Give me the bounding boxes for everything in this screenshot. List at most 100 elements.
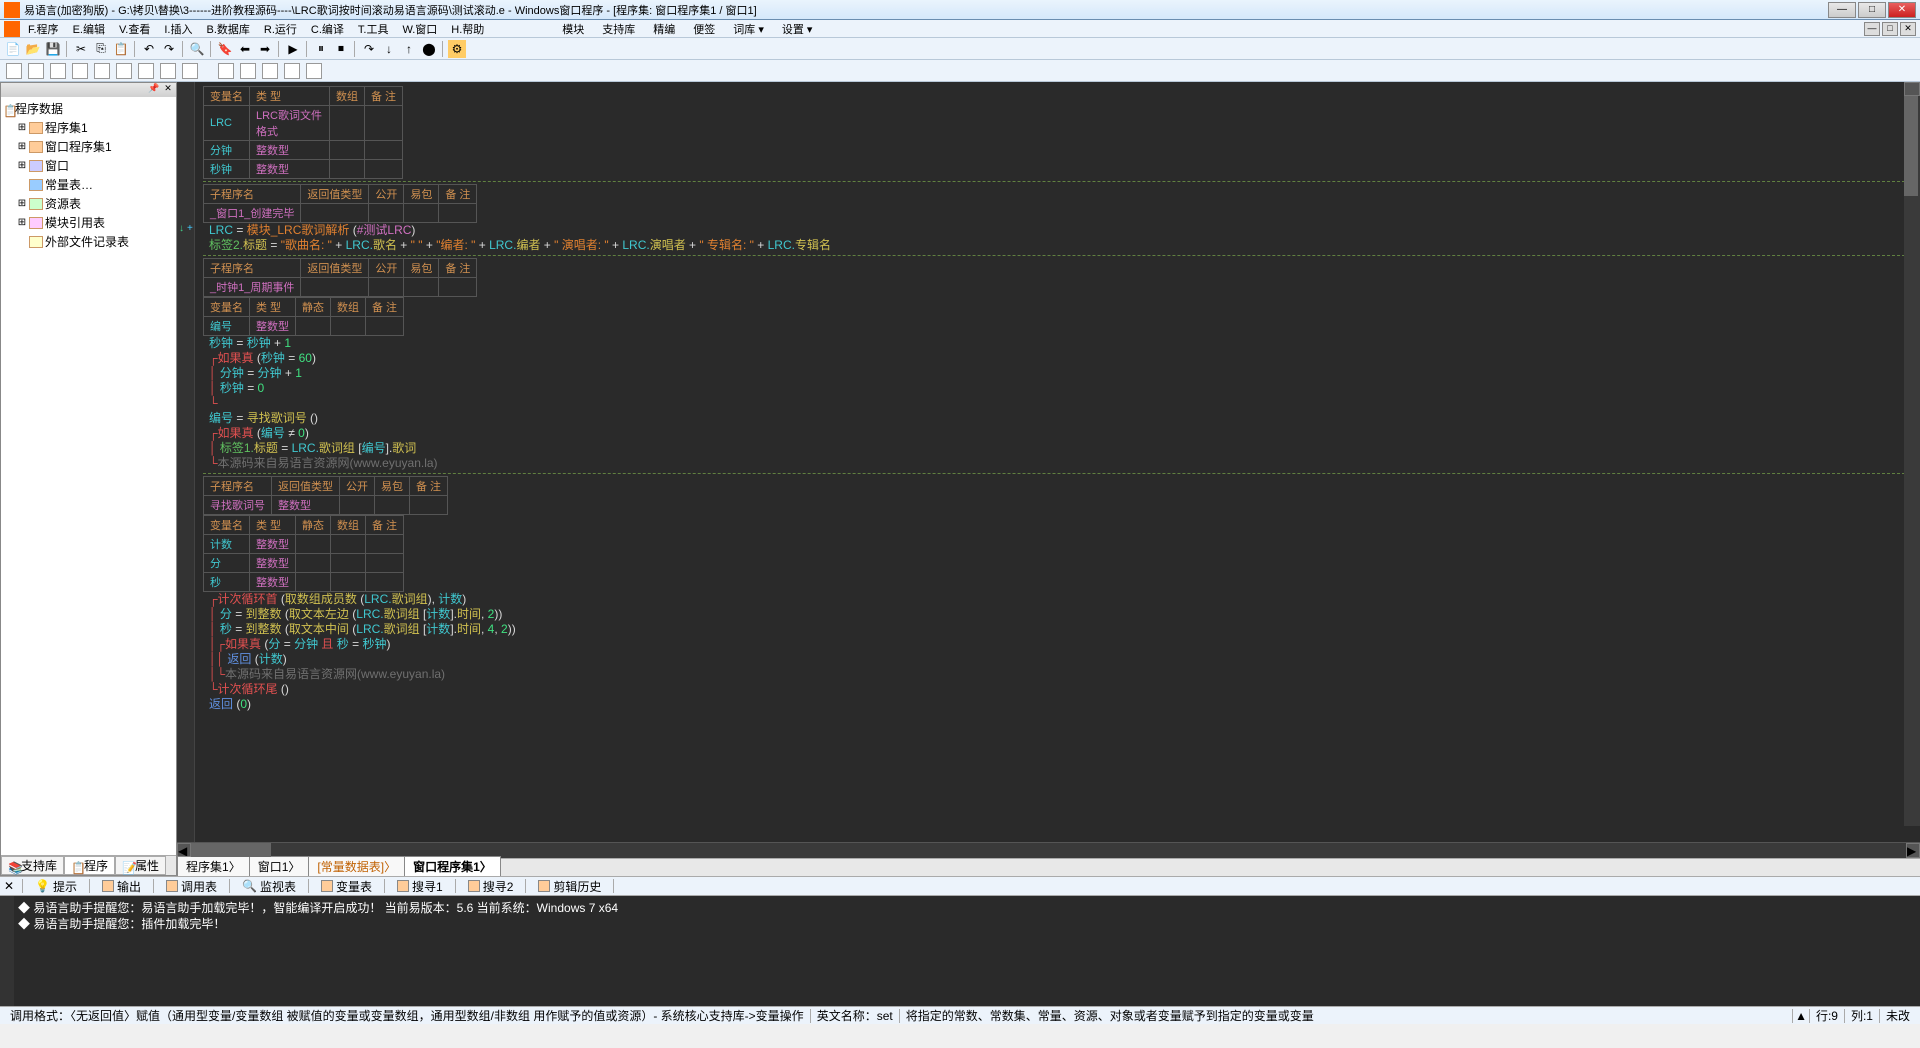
tab-programset1[interactable]: 程序集1〉 (177, 856, 250, 876)
console[interactable]: ◆ 易语言助手提醒您：易语言助手加载完毕！，智能编译开启成功！ 当前易版本：5.… (0, 896, 1920, 1006)
tree-resource[interactable]: 资源表 (45, 195, 81, 212)
sidebar: 📌 ✕ 📋程序数据 ⊞程序集1 ⊞窗口程序集1 ⊞窗口 常量表… ⊞资源表 ⊞模… (0, 82, 177, 876)
status-expand-icon[interactable]: ▲ (1795, 1009, 1807, 1023)
stop-icon[interactable]: ⏹ (332, 40, 350, 58)
status-engname: 英文名称：set (813, 1007, 897, 1024)
tool-icon-3[interactable] (50, 63, 66, 79)
menu-help[interactable]: H.帮助 (445, 21, 490, 37)
tool-icon-10[interactable] (218, 63, 234, 79)
menu-settings[interactable]: 设置 ▾ (774, 21, 821, 37)
mdi-close-button[interactable]: ✕ (1900, 22, 1916, 36)
tab-winprogset1[interactable]: 窗口程序集1〉 (404, 856, 501, 876)
paste-icon[interactable]: 📋 (112, 40, 130, 58)
open-icon[interactable]: 📂 (24, 40, 42, 58)
redo-icon[interactable]: ↷ (160, 40, 178, 58)
btab-output[interactable]: 输出 (98, 878, 145, 895)
menu-refine[interactable]: 精编 (645, 21, 683, 37)
menu-dict[interactable]: 词库 ▾ (725, 21, 772, 37)
menu-support[interactable]: 支持库 (594, 21, 643, 37)
cut-icon[interactable]: ✂ (72, 40, 90, 58)
sidebar-close-icon[interactable]: ✕ (162, 83, 174, 95)
sidetab-props[interactable]: 📝属性 (115, 856, 166, 875)
btab-vartable[interactable]: 变量表 (317, 878, 376, 895)
btab-cliphist[interactable]: 剪辑历史 (534, 878, 605, 895)
find-icon[interactable]: 🔍 (188, 40, 206, 58)
tab-const[interactable]: [常量数据表]〉 (308, 856, 405, 876)
tool-icon-5[interactable] (94, 63, 110, 79)
breakpoint-icon[interactable]: ⬤ (420, 40, 438, 58)
tool-icon-8[interactable] (160, 63, 176, 79)
menu-run[interactable]: R.运行 (258, 21, 303, 37)
tab-window1[interactable]: 窗口1〉 (249, 856, 310, 876)
tool-icon-1[interactable] (6, 63, 22, 79)
menu-database[interactable]: B.数据库 (200, 21, 255, 37)
horizontal-scrollbar[interactable]: ◀▶ (177, 842, 1920, 858)
menu-tools[interactable]: T.工具 (352, 21, 395, 37)
tree-const[interactable]: 常量表… (45, 176, 93, 193)
sidebar-pin-icon[interactable]: 📌 (148, 83, 160, 95)
tool-icon-9[interactable] (182, 63, 198, 79)
compile-icon[interactable]: ⚙ (448, 40, 466, 58)
close-button[interactable]: ✕ (1888, 2, 1916, 18)
menu-module[interactable]: 模块 (554, 21, 592, 37)
new-icon[interactable]: 📄 (4, 40, 22, 58)
bookmark-next-icon[interactable]: ➡ (256, 40, 274, 58)
project-tree[interactable]: 📋程序数据 ⊞程序集1 ⊞窗口程序集1 ⊞窗口 常量表… ⊞资源表 ⊞模块引用表… (1, 97, 176, 855)
maximize-button[interactable]: □ (1858, 2, 1886, 18)
step-over-icon[interactable]: ↷ (360, 40, 378, 58)
var-table-3: 变量名类 型静态数组备 注 计数整数型 分整数型 秒整数型 (203, 515, 404, 592)
btab-calltable[interactable]: 调用表 (162, 878, 221, 895)
menu-notes[interactable]: 便签 (685, 21, 723, 37)
status-desc: 将指定的常数、常数集、常量、资源、对象或者变量赋予到指定的变量或变量 (902, 1007, 1790, 1024)
bookmark-prev-icon[interactable]: ⬅ (236, 40, 254, 58)
undo-icon[interactable]: ↶ (140, 40, 158, 58)
menu-program[interactable]: F.程序 (22, 21, 65, 37)
tool-icon-6[interactable] (116, 63, 132, 79)
mdi-min-button[interactable]: — (1864, 22, 1880, 36)
tree-root[interactable]: 程序数据 (15, 100, 63, 117)
sub-table-2: 子程序名返回值类型公开易包备 注 _时钟1_周期事件 (203, 258, 477, 297)
status-modified: 未改 (1882, 1007, 1914, 1024)
tree-extfile[interactable]: 外部文件记录表 (45, 233, 129, 250)
menu-insert[interactable]: I.插入 (158, 21, 198, 37)
status-row: 行:9 (1812, 1007, 1842, 1024)
menu-compile[interactable]: C.编译 (305, 21, 350, 37)
btab-watch[interactable]: 🔍监视表 (238, 878, 300, 895)
bookmark-icon[interactable]: 🔖 (216, 40, 234, 58)
tool-icon-13[interactable] (284, 63, 300, 79)
step-into-icon[interactable]: ↓ (380, 40, 398, 58)
bottom-close-icon[interactable]: ✕ (4, 879, 14, 893)
sub-table-3: 子程序名返回值类型公开易包备 注 寻找歌词号整数型 (203, 476, 448, 515)
console-line: ◆ 易语言助手提醒您：插件加载完毕！ (18, 916, 1916, 932)
toolbar-secondary (0, 60, 1920, 82)
btab-hint[interactable]: 💡提示 (31, 878, 81, 895)
tool-icon-2[interactable] (28, 63, 44, 79)
sidetab-support[interactable]: 📚支持库 (1, 856, 64, 875)
btab-search1[interactable]: 搜寻1 (393, 878, 447, 895)
app-icon-small (4, 21, 20, 37)
menu-window[interactable]: W.窗口 (396, 21, 443, 37)
tool-icon-14[interactable] (306, 63, 322, 79)
menu-view[interactable]: V.查看 (113, 21, 156, 37)
sidetab-program[interactable]: 📋程序 (64, 856, 115, 875)
tree-programset1[interactable]: 程序集1 (45, 119, 88, 136)
vertical-scrollbar[interactable] (1904, 82, 1920, 826)
menu-edit[interactable]: E.编辑 (67, 21, 111, 37)
tree-winprogset1[interactable]: 窗口程序集1 (45, 138, 112, 155)
step-out-icon[interactable]: ↑ (400, 40, 418, 58)
mdi-max-button[interactable]: □ (1882, 22, 1898, 36)
copy-icon[interactable]: ⎘ (92, 40, 110, 58)
tree-window[interactable]: 窗口 (45, 157, 69, 174)
tool-icon-7[interactable] (138, 63, 154, 79)
tree-modref[interactable]: 模块引用表 (45, 214, 105, 231)
code-editor[interactable]: 变量名类 型数组备 注 LRCLRC歌词文件格式 分钟整数型 秒钟整数型 子程序… (177, 82, 1920, 876)
tool-icon-11[interactable] (240, 63, 256, 79)
btab-search2[interactable]: 搜寻2 (464, 878, 518, 895)
tool-icon-4[interactable] (72, 63, 88, 79)
pause-icon[interactable]: ⏸ (312, 40, 330, 58)
tool-icon-12[interactable] (262, 63, 278, 79)
save-icon[interactable]: 💾 (44, 40, 62, 58)
app-icon (4, 2, 20, 18)
run-icon[interactable]: ▶ (284, 40, 302, 58)
minimize-button[interactable]: — (1828, 2, 1856, 18)
